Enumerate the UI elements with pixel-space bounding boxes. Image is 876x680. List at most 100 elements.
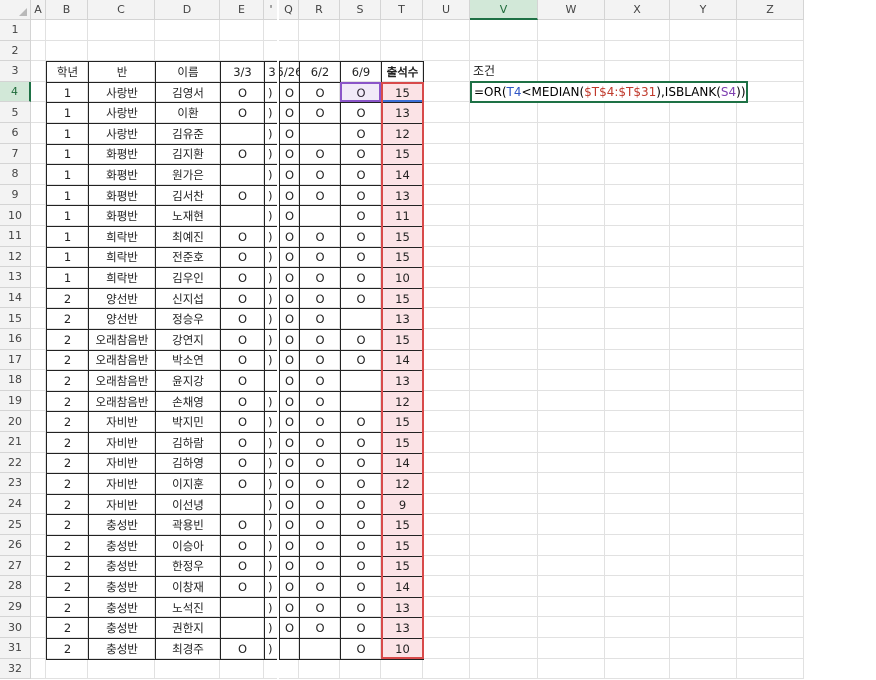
table-data-cell[interactable]: O (279, 452, 300, 475)
table-data-cell[interactable]: 1 (46, 164, 89, 186)
table-data-cell[interactable]: O (279, 81, 300, 104)
column-header-U[interactable]: U (423, 0, 470, 20)
row-header-17[interactable]: 17 (0, 349, 31, 371)
grid-cell[interactable] (470, 267, 538, 288)
grid-cell[interactable] (31, 514, 46, 535)
grid-cell[interactable] (737, 329, 804, 350)
table-data-cell[interactable]: O (340, 535, 382, 557)
grid-cell[interactable] (605, 102, 670, 123)
column-header-R[interactable]: R (299, 0, 340, 20)
grid-cell[interactable] (670, 184, 737, 206)
table-data-cell[interactable]: O (340, 555, 382, 578)
grid-cell[interactable] (31, 452, 46, 474)
row-header-9[interactable]: 9 (0, 184, 31, 206)
grid-cell[interactable] (470, 205, 538, 226)
table-data-cell[interactable]: O (299, 576, 341, 598)
grid-cell[interactable] (538, 40, 605, 62)
grid-cell[interactable] (423, 555, 470, 577)
table-data-cell[interactable]: 충성반 (88, 555, 156, 578)
table-data-cell[interactable]: O (220, 226, 265, 248)
grid-cell[interactable] (423, 452, 470, 474)
table-data-cell[interactable]: O (340, 267, 382, 289)
grid-cell[interactable] (470, 596, 538, 618)
table-data-cell[interactable]: O (299, 596, 341, 619)
grid-cell[interactable] (737, 473, 804, 494)
table-data-cell[interactable]: O (299, 287, 341, 310)
grid-cell[interactable] (470, 184, 538, 206)
table-data-cell[interactable]: 김하람 (155, 432, 221, 454)
grid-cell[interactable] (737, 514, 804, 535)
table-data-cell[interactable]: O (299, 370, 341, 392)
grid-cell[interactable] (423, 61, 470, 82)
table-data-cell[interactable]: O (220, 390, 265, 413)
grid-cell[interactable] (605, 246, 670, 268)
grid-cell[interactable] (31, 61, 46, 82)
table-data-cell[interactable]: O (299, 81, 341, 104)
grid-cell[interactable] (605, 658, 670, 680)
grid-cell[interactable] (538, 432, 605, 453)
table-data-cell[interactable]: O (299, 267, 341, 289)
table-data-cell[interactable]: 2 (46, 308, 89, 330)
grid-cell[interactable] (423, 287, 470, 309)
grid-cell[interactable] (670, 370, 737, 391)
row-header-1[interactable]: 1 (0, 20, 31, 41)
table-data-cell[interactable]: O (279, 226, 300, 248)
table-data-cell[interactable]: O (340, 123, 382, 145)
grid-cell[interactable] (31, 287, 46, 309)
table-data-cell[interactable]: 자비반 (88, 411, 156, 433)
grid-cell[interactable] (737, 61, 804, 82)
table-data-cell[interactable]: O (220, 638, 265, 660)
grid-cell[interactable] (538, 638, 605, 659)
grid-cell[interactable] (670, 514, 737, 535)
table-data-cell[interactable]: 2 (46, 411, 89, 433)
table-data-cell[interactable]: O (279, 349, 300, 372)
table-data-cell[interactable] (220, 617, 265, 639)
table-data-cell[interactable]: 충성반 (88, 617, 156, 639)
grid-cell[interactable] (605, 20, 670, 41)
table-data-cell[interactable]: O (340, 638, 382, 660)
row-header-16[interactable]: 16 (0, 329, 31, 350)
table-data-cell[interactable] (220, 123, 265, 145)
grid-cell[interactable] (31, 617, 46, 638)
table-data-cell[interactable]: O (340, 205, 382, 227)
grid-cell[interactable] (470, 20, 538, 41)
grid-cell[interactable] (31, 658, 46, 680)
grid-cell[interactable] (737, 596, 804, 618)
grid-cell[interactable] (470, 287, 538, 309)
grid-cell[interactable] (538, 184, 605, 206)
table-data-cell[interactable]: 자비반 (88, 452, 156, 475)
grid-cell[interactable] (31, 370, 46, 391)
column-header-A[interactable]: A (31, 0, 46, 20)
row-header-19[interactable]: 19 (0, 390, 31, 412)
grid-cell[interactable] (737, 576, 804, 597)
grid-cell[interactable] (538, 246, 605, 268)
grid-cell[interactable] (737, 267, 804, 288)
table-data-cell[interactable]: 1 (46, 102, 89, 124)
row-header-30[interactable]: 30 (0, 617, 31, 638)
table-data-cell[interactable]: O (299, 102, 341, 124)
grid-cell[interactable] (605, 267, 670, 288)
table-data-cell[interactable]: 1 (46, 143, 89, 166)
grid-cell[interactable] (470, 658, 538, 680)
select-all-corner[interactable] (0, 0, 31, 20)
grid-cell[interactable] (605, 576, 670, 597)
grid-cell[interactable] (423, 390, 470, 412)
column-header-D[interactable]: D (155, 0, 220, 20)
table-data-cell[interactable] (340, 308, 382, 330)
table-data-cell[interactable]: O (279, 390, 300, 413)
grid-cell[interactable] (670, 596, 737, 618)
table-header-cell[interactable]: 5/26 (279, 61, 300, 83)
grid-cell[interactable] (31, 20, 46, 41)
column-header-C[interactable]: C (88, 0, 155, 20)
grid-cell[interactable] (31, 143, 46, 165)
grid-cell[interactable] (538, 473, 605, 494)
table-data-cell[interactable]: 원가은 (155, 164, 221, 186)
grid-cell[interactable] (538, 535, 605, 556)
table-data-cell[interactable]: O (299, 473, 341, 495)
grid-cell[interactable] (737, 390, 804, 412)
row-header-10[interactable]: 10 (0, 205, 31, 226)
column-header-S[interactable]: S (340, 0, 381, 20)
grid-cell[interactable] (381, 658, 423, 680)
grid-cell[interactable] (470, 308, 538, 329)
table-data-cell[interactable]: 2 (46, 576, 89, 598)
